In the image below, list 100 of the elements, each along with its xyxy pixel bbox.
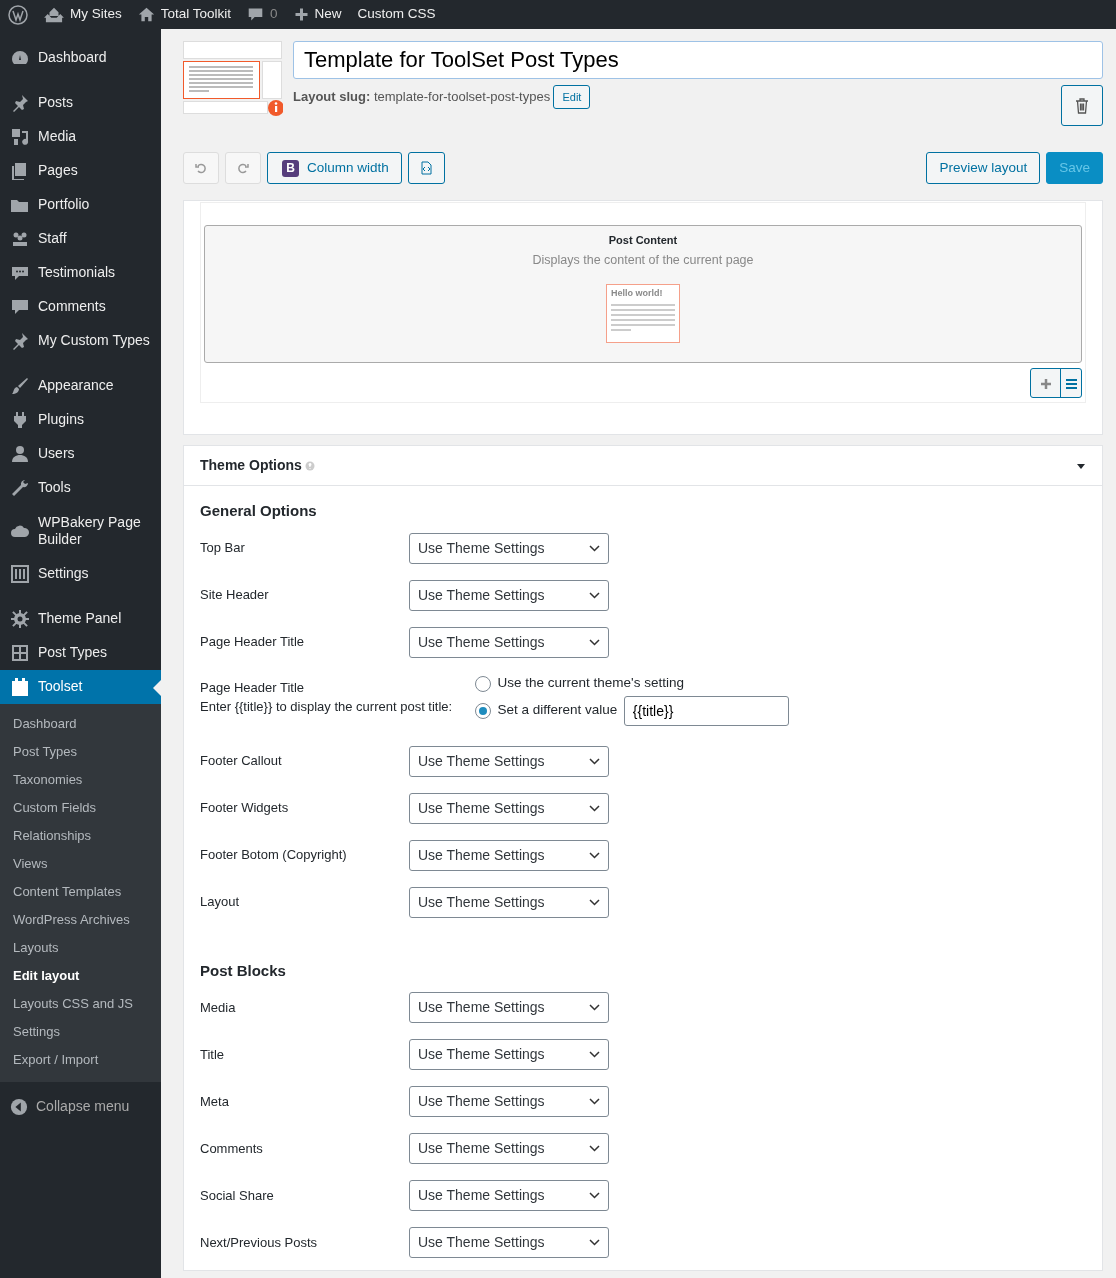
field-label: Social Share bbox=[200, 1186, 275, 1205]
layout-slug: Layout slug: template-for-toolset-post-types bbox=[293, 88, 551, 107]
select-field[interactable]: Use Theme Settings bbox=[409, 745, 609, 777]
select-field[interactable]: Use Theme Settings bbox=[409, 1133, 609, 1164]
edit-button[interactable]: Edit bbox=[553, 85, 591, 109]
chevron-down-icon bbox=[589, 1098, 600, 1105]
preview-heading: Hello world! bbox=[611, 287, 664, 301]
admin-bar-link[interactable]: Total Toolkit bbox=[160, 4, 232, 25]
menu-item[interactable]: Theme Panel bbox=[38, 610, 122, 628]
radio-label: Set a different value bbox=[497, 701, 618, 720]
field-label: Media bbox=[200, 998, 237, 1017]
collapse-menu-link[interactable]: Collapse menu bbox=[36, 1098, 130, 1116]
custom-css-link[interactable]: Custom CSS bbox=[357, 4, 436, 25]
plus-icon bbox=[293, 7, 309, 22]
code-file-button[interactable] bbox=[407, 152, 445, 184]
layout-title-field[interactable]: Template for ToolSet Post Types bbox=[293, 41, 1103, 79]
select-field[interactable]: Use Theme Settings bbox=[409, 1086, 609, 1117]
menu-item[interactable]: WPBakery Page Builder bbox=[38, 513, 151, 549]
select-field[interactable]: Use Theme Settings bbox=[409, 792, 609, 824]
chevron-down-icon bbox=[589, 1051, 600, 1058]
field-label: Next/Previous Posts bbox=[200, 1233, 319, 1252]
menu-item[interactable]: Settings bbox=[38, 565, 89, 583]
submenu-item[interactable]: Dashboard bbox=[0, 710, 161, 738]
field-label: Meta bbox=[200, 1092, 230, 1111]
admin-bar-link[interactable]: New bbox=[314, 4, 342, 25]
submenu-item[interactable]: Layouts bbox=[0, 934, 161, 962]
redo-icon bbox=[237, 162, 249, 174]
wrench-icon bbox=[10, 478, 30, 498]
code-file-icon bbox=[420, 161, 432, 175]
radio-button[interactable] bbox=[475, 675, 491, 692]
comment-count[interactable]: 0 bbox=[270, 4, 278, 25]
post-content-cell[interactable]: Post Content Displays the content of the current page Hello world! bbox=[204, 225, 1082, 363]
submenu-item[interactable]: Post Types bbox=[0, 738, 161, 766]
field-label: Top Bar bbox=[200, 539, 246, 558]
menu-item[interactable]: Toolset bbox=[0, 670, 161, 704]
select-field[interactable]: Use Theme Settings bbox=[409, 579, 609, 611]
home-icon bbox=[137, 6, 155, 23]
submenu-item[interactable]: Content Templates bbox=[0, 878, 161, 906]
menu-item[interactable]: Tools bbox=[38, 479, 71, 497]
field-label: Footer Widgets bbox=[200, 799, 290, 818]
admin-bar-link[interactable]: My Sites bbox=[70, 4, 122, 25]
select-field[interactable]: Use Theme Settings bbox=[409, 1227, 609, 1258]
submenu-item[interactable]: Settings bbox=[0, 1018, 161, 1046]
select-field[interactable]: Use Theme Settings bbox=[409, 992, 609, 1023]
submenu-item[interactable]: Relationships bbox=[0, 822, 161, 850]
cell-description: Displays the content of the current page bbox=[532, 251, 754, 269]
delete-button[interactable] bbox=[1061, 85, 1103, 126]
submenu-item[interactable]: Edit layout bbox=[0, 962, 161, 990]
chevron-down-icon bbox=[589, 898, 600, 906]
menu-item[interactable]: Users bbox=[38, 445, 75, 463]
menu-item[interactable]: Comments bbox=[38, 298, 106, 316]
chevron-down-icon bbox=[589, 1145, 600, 1152]
submenu-item[interactable]: Export / Import bbox=[0, 1046, 161, 1074]
select-field[interactable]: Use Theme Settings bbox=[409, 839, 609, 871]
menu-item[interactable]: Dashboard bbox=[38, 49, 107, 67]
menu-item[interactable]: Testimonials bbox=[38, 264, 116, 282]
plus-icon bbox=[1040, 378, 1051, 389]
select-field[interactable]: Use Theme Settings bbox=[409, 1180, 609, 1211]
preview-layout-button[interactable]: Preview layout bbox=[926, 152, 1041, 184]
bootstrap-badge-icon: B bbox=[282, 159, 299, 177]
undo-icon bbox=[195, 162, 207, 174]
field-label: Footer Callout bbox=[200, 752, 283, 771]
menu-item[interactable]: Staff bbox=[38, 230, 67, 248]
menu-item[interactable]: Posts bbox=[38, 94, 73, 112]
submenu-item[interactable]: Views bbox=[0, 850, 161, 878]
menu-item[interactable]: My Custom Types bbox=[38, 332, 150, 350]
select-field[interactable]: Use Theme Settings bbox=[409, 1039, 609, 1070]
media-icon bbox=[10, 127, 30, 147]
submenu-item[interactable]: Taxonomies bbox=[0, 766, 161, 794]
select-field[interactable]: Use Theme Settings bbox=[409, 886, 609, 918]
text-field[interactable]: {{title}} bbox=[623, 695, 789, 726]
menu-item[interactable]: Portfolio bbox=[38, 196, 90, 214]
toolset-icon bbox=[10, 677, 30, 697]
menu-item[interactable]: Media bbox=[38, 128, 77, 146]
select-field[interactable]: Use Theme Settings bbox=[409, 532, 609, 564]
select-field[interactable]: Use Theme Settings bbox=[409, 626, 609, 658]
submenu-item[interactable]: Custom Fields bbox=[0, 794, 161, 822]
section-heading: Post Blocks bbox=[200, 960, 287, 981]
submenu-item[interactable]: WordPress Archives bbox=[0, 906, 161, 934]
brush-icon bbox=[10, 376, 30, 396]
radio-label: Use the current theme's setting bbox=[497, 674, 684, 693]
field-label: Page Header Title bbox=[200, 678, 305, 697]
menu-icon bbox=[1065, 378, 1077, 389]
field-label: Site Header bbox=[200, 586, 270, 605]
sliders-icon bbox=[10, 564, 30, 584]
trash-icon bbox=[1075, 97, 1089, 114]
submenu-item[interactable]: Layouts CSS and JS bbox=[0, 990, 161, 1018]
section-heading: General Options bbox=[200, 501, 318, 521]
chevron-down-icon bbox=[589, 804, 600, 812]
chevron-down-icon bbox=[589, 1004, 600, 1011]
field-label: Footer Botom (Copyright) bbox=[200, 846, 348, 865]
field-hint: Enter {{title}} to display the current post title: bbox=[200, 698, 453, 716]
chevron-down-icon bbox=[589, 1192, 600, 1199]
layout-thumbnail-icon bbox=[183, 41, 283, 116]
menu-item[interactable]: Pages bbox=[38, 162, 78, 180]
menu-item[interactable]: Post Types bbox=[38, 644, 107, 662]
column-width-button[interactable]: B Column width bbox=[267, 152, 402, 184]
radio-button[interactable] bbox=[475, 702, 491, 719]
menu-item[interactable]: Appearance bbox=[38, 377, 114, 395]
menu-item[interactable]: Plugins bbox=[38, 411, 84, 429]
